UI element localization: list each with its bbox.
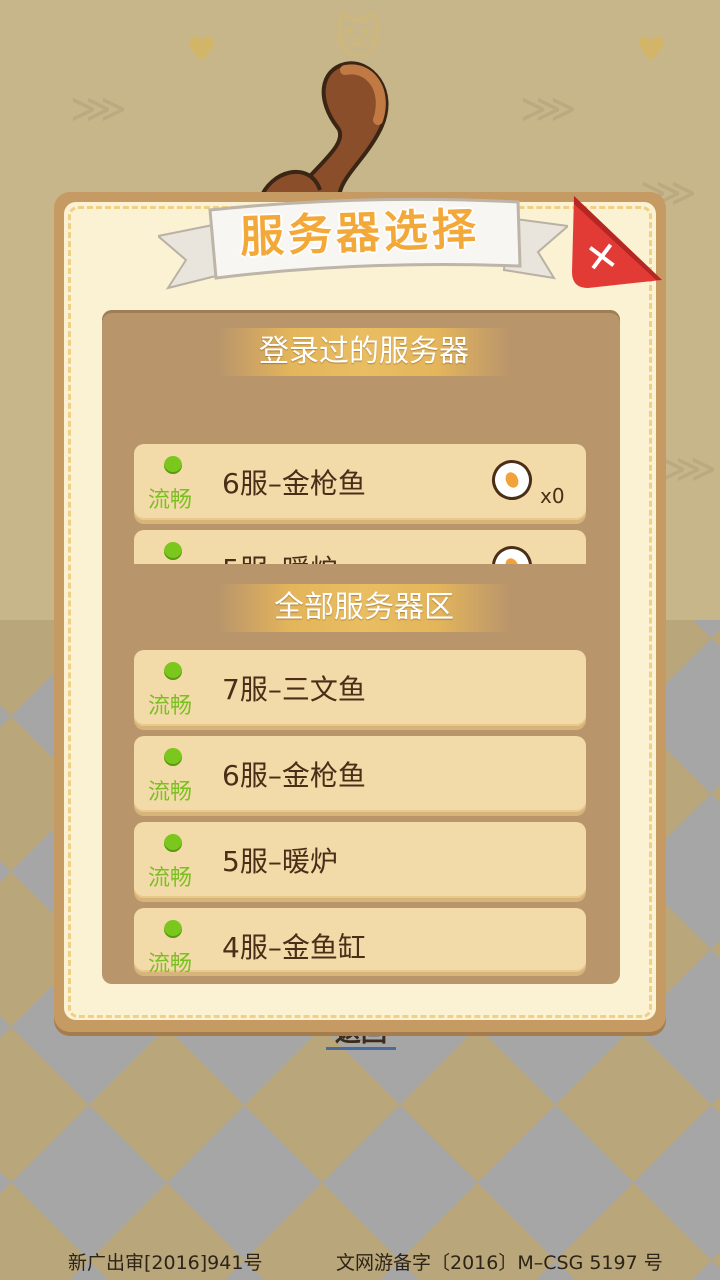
recent-servers-list[interactable]: 流畅 6服–金枪鱼 x0 流畅 5服–暖炉 x0 <box>102 440 620 564</box>
server-status: 流畅 <box>148 866 193 891</box>
status-dot-icon <box>164 662 182 680</box>
server-name: 7服–三文鱼 <box>222 673 366 706</box>
server-item-count: x0 <box>540 484 565 508</box>
recent-server-row[interactable]: 流畅 5服–暖炉 x0 <box>134 530 586 564</box>
fishbone-icon: ⋙ <box>660 446 717 492</box>
status-dot-icon <box>164 834 182 852</box>
server-name: 5服–暖炉 <box>222 845 338 878</box>
recent-servers-header: 登录过的服务器 <box>218 328 510 376</box>
server-name: 5服–暖炉 <box>222 548 338 564</box>
server-status: 流畅 <box>148 952 193 972</box>
fishbone-icon: ⋙ <box>70 86 127 132</box>
server-name: 4服–金鱼缸 <box>222 931 366 964</box>
server-row[interactable]: 流畅 6服–金枪鱼 <box>134 736 586 812</box>
license-number-left: 新广出审[2016]941号 <box>68 1252 263 1274</box>
server-row[interactable]: 流畅 5服–暖炉 <box>134 822 586 898</box>
status-dot-icon <box>164 542 182 560</box>
server-row[interactable]: 流畅 7服–三文鱼 <box>134 650 586 726</box>
status-dot-icon <box>164 920 182 938</box>
server-name: 6服–金枪鱼 <box>222 759 366 792</box>
close-icon: ✕ <box>582 232 622 284</box>
fish-cookie-icon <box>485 539 539 564</box>
server-row[interactable]: 流畅 4服–金鱼缸 <box>134 908 586 972</box>
server-status: 流畅 <box>148 694 193 719</box>
status-dot-icon <box>164 456 182 474</box>
heart-icon: ♥ <box>186 30 217 70</box>
all-servers-header: 全部服务器区 <box>218 584 510 632</box>
heart-icon: ♥ <box>636 30 667 70</box>
license-number-right: 文网游备字〔2016〕M–CSG 5197 号 <box>336 1252 663 1274</box>
fishbone-icon: ⋙ <box>520 86 577 132</box>
status-dot-icon <box>164 748 182 766</box>
server-status: 流畅 <box>148 780 193 805</box>
recent-server-row[interactable]: 流畅 6服–金枪鱼 x0 <box>134 444 586 520</box>
server-status: 流畅 <box>148 488 193 513</box>
dialog-title: 服务器选择 <box>239 203 481 264</box>
fish-cookie-icon <box>485 453 539 507</box>
server-name: 6服–金枪鱼 <box>222 467 366 500</box>
